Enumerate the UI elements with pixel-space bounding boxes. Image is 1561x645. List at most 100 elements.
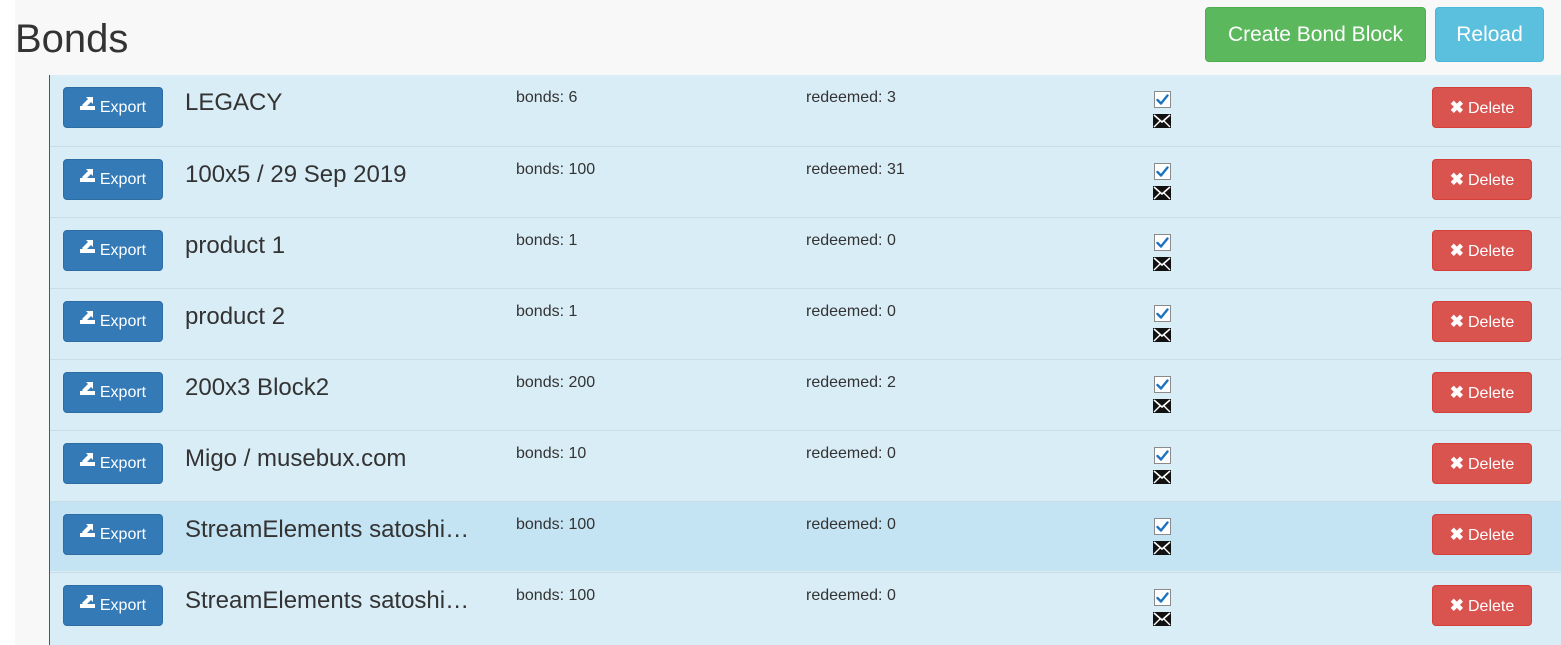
redeemed-count: redeemed: 0 — [806, 587, 896, 604]
bond-block-name: 100x5 / 29 Sep 2019 — [185, 161, 407, 188]
export-label: Export — [99, 455, 147, 472]
bond-block-list: Export LEGACY bonds: 6 redeemed: 3 ✖ Dele… — [49, 75, 1561, 645]
delete-label: Delete — [1468, 598, 1515, 615]
export-icon — [79, 584, 95, 623]
export-icon — [79, 442, 95, 481]
delete-button[interactable]: ✖ Delete — [1432, 159, 1532, 200]
bond-block-row: Export product 2 bonds: 1 redeemed: 0 ✖ D… — [50, 288, 1561, 358]
export-button[interactable]: Export — [63, 372, 163, 413]
envelope-icon[interactable] — [1153, 541, 1171, 555]
create-bond-block-button[interactable]: Create Bond Block — [1205, 7, 1426, 62]
bond-block-name: StreamElements satoshi… — [185, 516, 470, 543]
envelope-icon[interactable] — [1153, 470, 1171, 484]
checkbox-checked-icon — [1156, 592, 1169, 603]
close-icon: ✖ — [1449, 241, 1464, 260]
export-label: Export — [99, 313, 147, 330]
export-label: Export — [99, 242, 147, 259]
export-button[interactable]: Export — [63, 585, 163, 626]
export-label: Export — [99, 526, 147, 543]
envelope-icon[interactable] — [1153, 399, 1171, 413]
export-icon — [79, 158, 95, 197]
bond-block-name: product 1 — [185, 232, 286, 259]
bonds-count: bonds: 100 — [516, 587, 596, 604]
close-icon: ✖ — [1449, 383, 1464, 402]
bonds-count: bonds: 100 — [516, 161, 596, 178]
redeemed-count: redeemed: 31 — [806, 161, 905, 178]
close-icon: ✖ — [1449, 170, 1464, 189]
page-header: Bonds Create Bond Block Reload — [15, 0, 1561, 75]
delete-label: Delete — [1468, 527, 1515, 544]
delete-label: Delete — [1468, 172, 1515, 189]
export-icon — [79, 300, 95, 339]
checkbox-checked-icon — [1156, 450, 1169, 461]
delete-button[interactable]: ✖ Delete — [1432, 230, 1532, 271]
delete-label: Delete — [1468, 456, 1515, 473]
redeemed-count: redeemed: 3 — [806, 89, 896, 106]
enabled-checkbox[interactable] — [1154, 234, 1171, 251]
delete-button[interactable]: ✖ Delete — [1432, 443, 1532, 484]
enabled-checkbox[interactable] — [1154, 305, 1171, 322]
delete-button[interactable]: ✖ Delete — [1432, 301, 1532, 342]
checkbox-checked-icon — [1156, 521, 1169, 532]
close-icon: ✖ — [1449, 454, 1464, 473]
envelope-icon[interactable] — [1153, 114, 1171, 128]
redeemed-count: redeemed: 0 — [806, 303, 896, 320]
export-button[interactable]: Export — [63, 159, 163, 200]
bonds-count: bonds: 1 — [516, 303, 578, 320]
bond-block-name: StreamElements satoshi… — [185, 587, 470, 614]
delete-button[interactable]: ✖ Delete — [1432, 585, 1532, 626]
export-label: Export — [99, 384, 147, 401]
enabled-checkbox[interactable] — [1154, 376, 1171, 393]
bond-block-row: Export 200x3 Block2 bonds: 200 redeemed:… — [50, 359, 1561, 429]
enabled-checkbox[interactable] — [1154, 163, 1171, 180]
close-icon: ✖ — [1449, 525, 1464, 544]
checkbox-checked-icon — [1156, 166, 1169, 177]
envelope-icon[interactable] — [1153, 612, 1171, 626]
enabled-checkbox[interactable] — [1154, 589, 1171, 606]
delete-label: Delete — [1468, 243, 1515, 260]
export-icon — [79, 371, 95, 410]
enabled-checkbox[interactable] — [1154, 447, 1171, 464]
enabled-checkbox[interactable] — [1154, 91, 1171, 108]
export-button[interactable]: Export — [63, 514, 163, 555]
bond-block-row: Export 100x5 / 29 Sep 2019 bonds: 100 re… — [50, 146, 1561, 216]
page: Bonds Create Bond Block Reload Export LE… — [15, 0, 1561, 645]
bond-block-name: Migo / musebux.com — [185, 445, 407, 472]
export-button[interactable]: Export — [63, 230, 163, 271]
bonds-count: bonds: 1 — [516, 232, 578, 249]
redeemed-count: redeemed: 0 — [806, 516, 896, 533]
bond-block-row: Export product 1 bonds: 1 redeemed: 0 ✖ D… — [50, 217, 1561, 287]
page-title: Bonds — [15, 17, 129, 61]
export-label: Export — [99, 99, 147, 116]
redeemed-count: redeemed: 0 — [806, 445, 896, 462]
checkbox-checked-icon — [1156, 237, 1169, 248]
export-button[interactable]: Export — [63, 87, 163, 128]
bonds-count: bonds: 10 — [516, 445, 587, 462]
close-icon: ✖ — [1449, 596, 1464, 615]
bond-block-row: Export LEGACY bonds: 6 redeemed: 3 ✖ Dele… — [50, 75, 1561, 145]
export-button[interactable]: Export — [63, 301, 163, 342]
bonds-count: bonds: 6 — [516, 89, 578, 106]
delete-label: Delete — [1468, 385, 1515, 402]
delete-button[interactable]: ✖ Delete — [1432, 87, 1532, 128]
bond-block-name: LEGACY — [185, 89, 283, 116]
reload-button[interactable]: Reload — [1435, 7, 1544, 62]
checkbox-checked-icon — [1156, 379, 1169, 390]
export-button[interactable]: Export — [63, 443, 163, 484]
envelope-icon[interactable] — [1153, 328, 1171, 342]
delete-button[interactable]: ✖ Delete — [1432, 514, 1532, 555]
bonds-count: bonds: 100 — [516, 516, 596, 533]
export-label: Export — [99, 171, 147, 188]
bond-block-name: product 2 — [185, 303, 286, 330]
enabled-checkbox[interactable] — [1154, 518, 1171, 535]
redeemed-count: redeemed: 2 — [806, 374, 896, 391]
checkbox-checked-icon — [1156, 94, 1169, 105]
delete-button[interactable]: ✖ Delete — [1432, 372, 1532, 413]
bond-block-name: 200x3 Block2 — [185, 374, 330, 401]
delete-label: Delete — [1468, 100, 1515, 117]
bond-block-row: Export StreamElements satoshi… bonds: 10… — [50, 501, 1561, 571]
envelope-icon[interactable] — [1153, 257, 1171, 271]
envelope-icon[interactable] — [1153, 186, 1171, 200]
delete-label: Delete — [1468, 314, 1515, 331]
bonds-count: bonds: 200 — [516, 374, 596, 391]
